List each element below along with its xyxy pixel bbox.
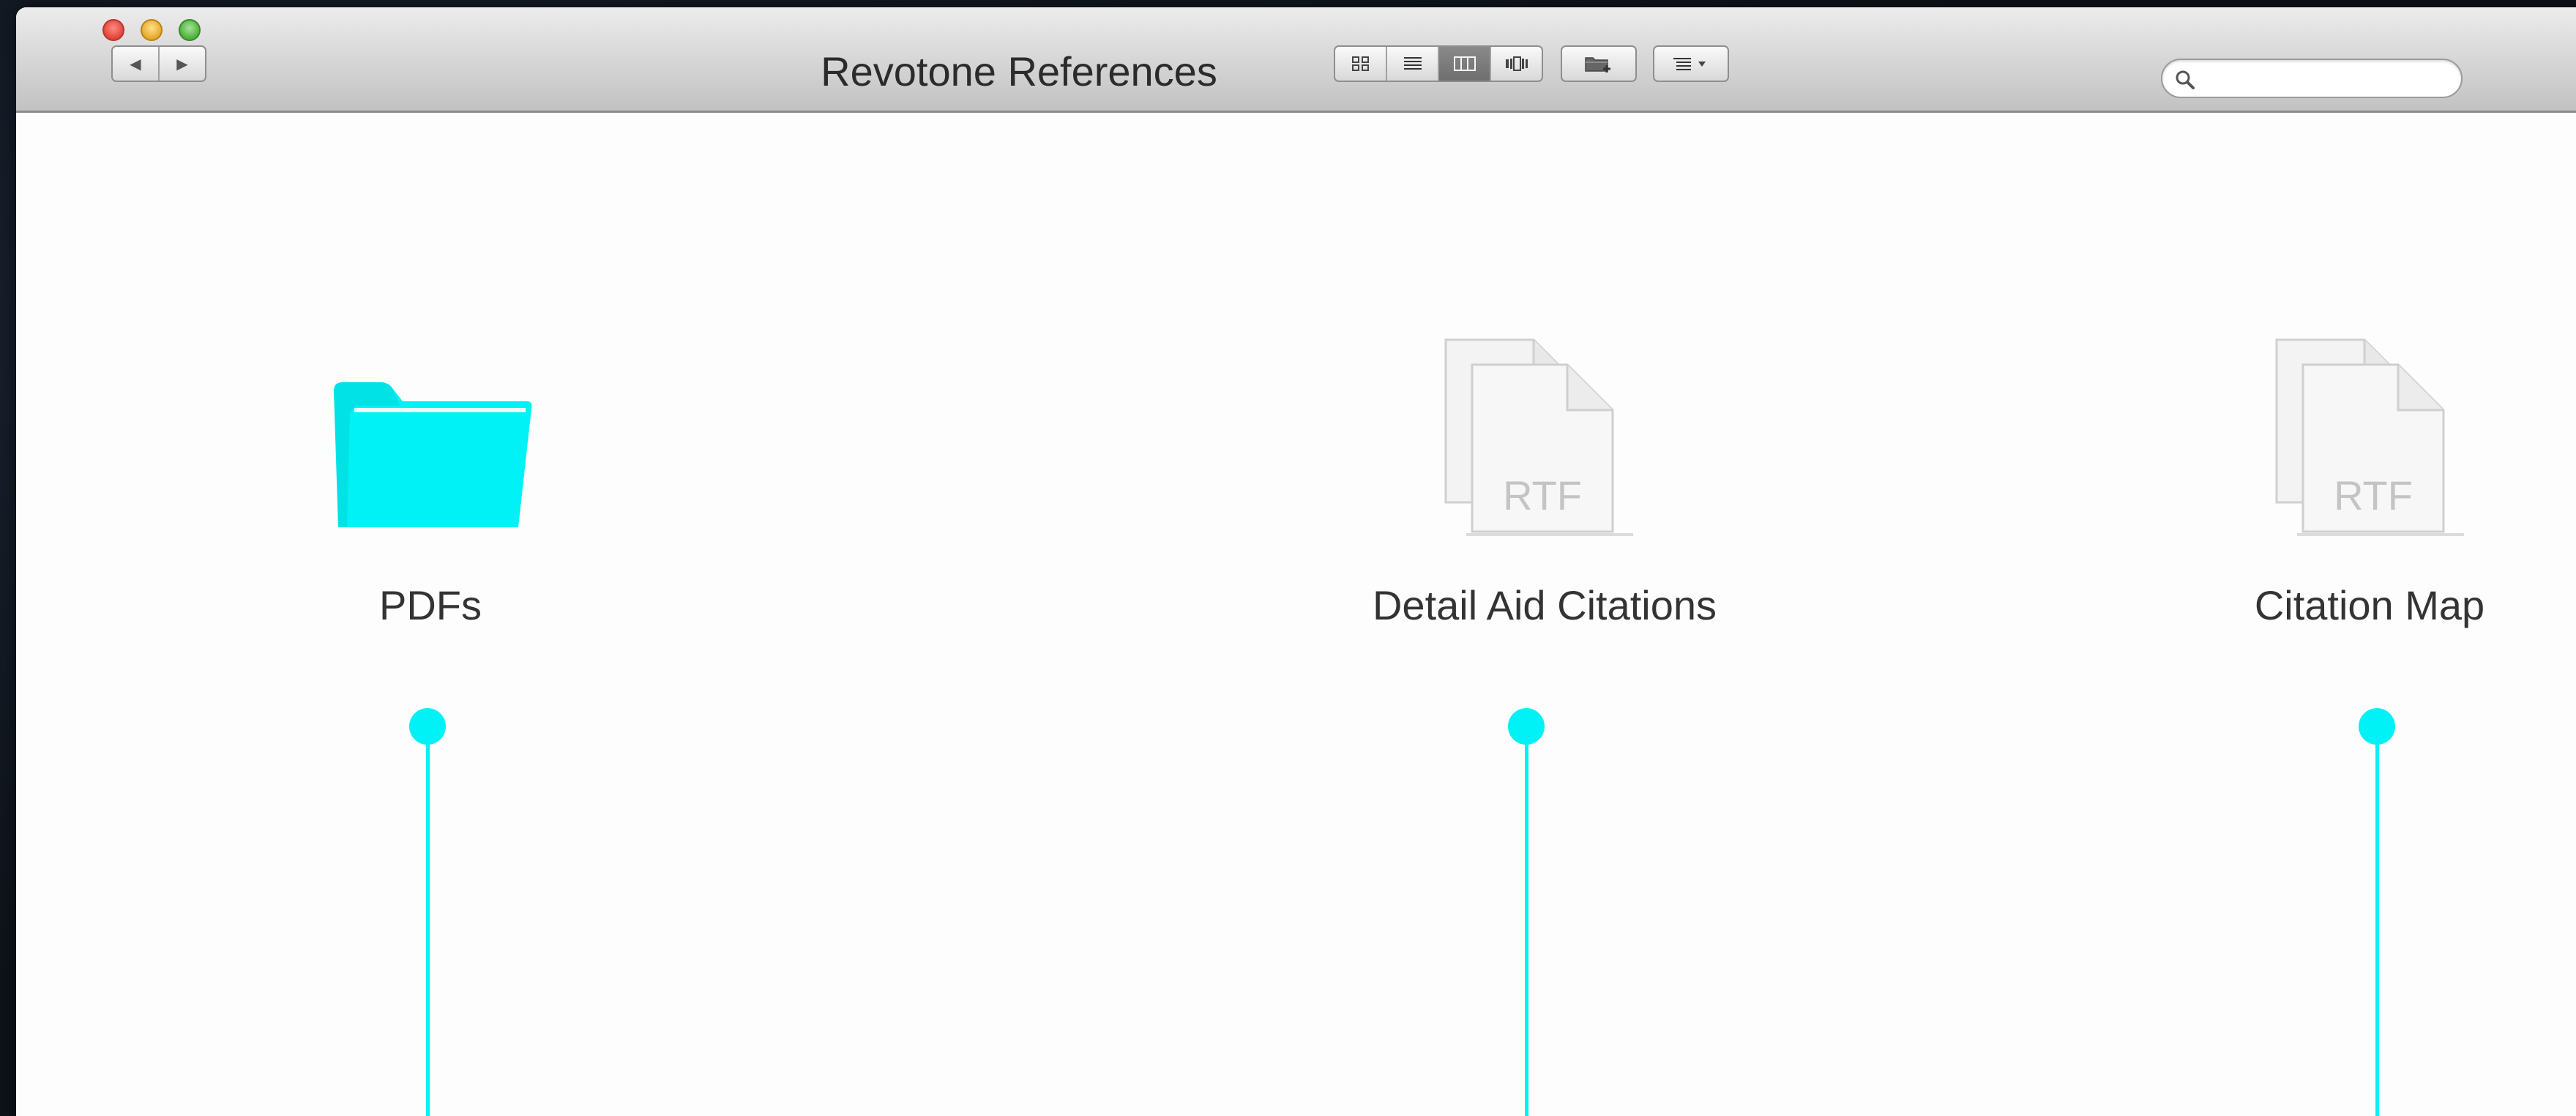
new-folder-button[interactable] [1561,45,1637,82]
rtf-badge: RTF [2334,472,2413,518]
folder-plus-icon [1585,57,1610,72]
column-browser-content: PDFs RTF Detail Aid Citations RTF Citati… [16,113,2576,1116]
window-title: Revotone References [821,48,1217,94]
finder-window: ◀ ▶ Revotone References PDFs RTF Detail … [16,7,2576,1116]
list-view-button[interactable] [1387,47,1439,81]
back-arrow-icon: ◀ [130,56,141,72]
connector-line [1525,726,1528,1116]
desktop-background: ◀ ▶ Revotone References PDFs RTF Detail … [0,0,2576,1116]
item-pdfs[interactable] [329,376,534,537]
coverflow-icon [1505,56,1528,71]
columns-icon [1453,56,1476,71]
rtf-badge: RTF [1503,472,1582,518]
forward-arrow-icon: ▶ [176,56,188,72]
column-view-button[interactable] [1439,47,1491,81]
arrange-menu-icon [1673,58,1706,70]
navigation-buttons: ◀ ▶ [111,45,206,82]
close-button[interactable] [102,19,124,41]
icon-view-button[interactable] [1335,47,1387,81]
item-label: Detail Aid Citations [1372,582,1717,628]
cover-flow-view-button[interactable] [1491,47,1542,81]
item-label: Citation Map [2254,582,2485,628]
connector-line [2375,726,2379,1116]
search-icon [2176,70,2195,89]
icon-grid-icon [1351,56,1369,71]
folder-icon [334,382,532,527]
search-field[interactable] [2161,59,2463,98]
minimize-button[interactable] [141,19,163,41]
list-lines-icon [1403,57,1422,70]
item-citation-map[interactable]: RTF [2271,332,2468,545]
window-titlebar: ◀ ▶ Revotone References [16,7,2576,113]
item-detail-aid-citations[interactable]: RTF [1440,332,1638,545]
connector-line [426,726,430,1116]
item-label: PDFs [379,582,482,628]
forward-button[interactable]: ▶ [160,47,205,81]
zoom-button[interactable] [179,19,201,41]
search-input[interactable] [2198,64,2449,92]
view-mode-selector [1334,45,1543,82]
back-button[interactable]: ◀ [113,47,160,81]
chevron-down-icon [1698,62,1706,67]
arrange-menu-button[interactable] [1653,45,1729,82]
